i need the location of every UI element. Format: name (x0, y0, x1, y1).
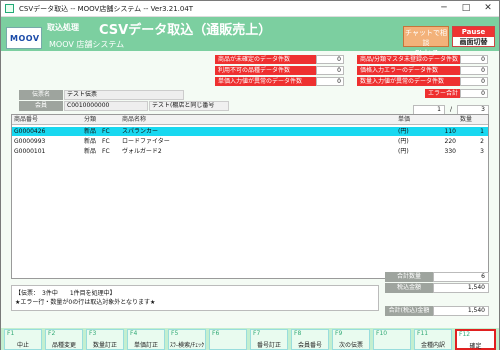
table-row[interactable]: G0000426 新品 FC スパランカー (円) 110 1 (12, 127, 488, 136)
product-table: 商品番号 分類 商品名称 単価 数量 G0000426 新品 FC スパランカー… (11, 114, 489, 279)
title-bar: CSVデータ取込 -- MOOV店舗システム -- Ver3.21.04T ─ … (1, 1, 499, 17)
f10-button[interactable]: F10 (373, 329, 411, 350)
table-row[interactable]: G0000101 新品 FC ヴォルガード2 (円) 330 3 (12, 147, 488, 156)
status-box: 【伝票： 3件中 1件目を処理中】 ★エラー行・数量が0の行は取込対象外となりま… (11, 285, 379, 311)
f4-price-correct-button[interactable]: F4 単価訂正 (127, 329, 165, 350)
row-qty: 3 (480, 148, 484, 155)
minimize-button[interactable]: ─ (433, 1, 455, 16)
row-name: ヴォルガード2 (122, 148, 162, 155)
error-label-quantity: 数量入力値が異常のデータ件数 (357, 77, 477, 86)
row-type: 新品 (84, 138, 97, 145)
total-qty-value: 6 (433, 272, 489, 282)
close-button[interactable]: ✕ (477, 1, 499, 16)
row-type: 新品 (84, 128, 97, 135)
error-label-unconfirmed: 商品が未確定のデータ件数 (215, 55, 329, 64)
f11-denomination-button[interactable]: F11 金種内訳 (414, 329, 452, 350)
error-count-quantity: 0 (460, 77, 488, 86)
app-body: MOOV 取込処理 CSVデータ取込（通販売上） MOOV 店舗システム チャッ… (1, 17, 499, 350)
app-window: CSVデータ取込 -- MOOV店舗システム -- Ver3.21.04T ─ … (0, 0, 500, 350)
tax-amount-value: 1,540 (433, 283, 489, 293)
error-count-unregistered: 0 (460, 55, 488, 64)
error-count-price: 0 (460, 66, 488, 75)
moov-logo: MOOV (6, 27, 42, 49)
system-name: MOOV 店舗システム (49, 40, 125, 49)
page-title: CSVデータ取込（通販売上） (99, 23, 272, 38)
slip-name-field[interactable]: テスト伝票 (64, 90, 184, 100)
f1-cancel-button[interactable]: F1 中止 (4, 329, 42, 350)
member-name-field: テスト(棚店と同じ番号 (149, 101, 229, 111)
col-code: 商品番号 (14, 116, 39, 123)
col-qty: 数量 (460, 116, 473, 123)
row-unit: (円) (398, 138, 409, 145)
row-name: スパランカー (122, 128, 159, 135)
error-count-unusable: 0 (316, 66, 344, 75)
error-label-unregistered: 商品/分類マスタ未登録のデータ件数 (357, 55, 477, 64)
row-code: G0000993 (14, 138, 46, 145)
row-price: 110 (444, 128, 456, 135)
page-separator: / (450, 106, 453, 113)
table-row[interactable]: G0000993 新品 FC ロードファイター (円) 220 2 (12, 137, 488, 146)
error-total-label: エラー合計 (425, 89, 461, 98)
row-fc: FC (102, 148, 110, 155)
row-qty: 1 (480, 128, 484, 135)
row-name: ロードファイター (122, 138, 170, 145)
member-id-field[interactable]: C0010000000 (64, 101, 148, 111)
screen-switch-button[interactable]: Pause 画面切替 (452, 26, 495, 47)
f5-search-check-button[interactable]: F5 ｽﾗ-検索/ﾁｪｯｸ (168, 329, 206, 350)
chat-consult-button[interactable]: チャットで相談 Ctrl+Z (403, 26, 449, 57)
error-count-unconfirmed: 0 (316, 55, 344, 64)
total-qty-label: 合計数量 (385, 272, 433, 282)
row-type: 新品 (84, 148, 97, 155)
total-amount-value: 1,540 (433, 306, 489, 316)
status-line-note: ★エラー行・数量が0の行は取込対象外となります★ (15, 299, 156, 306)
error-total-count: 0 (460, 89, 488, 98)
row-price: 220 (444, 138, 456, 145)
f12-confirm-button[interactable]: F12 確定 (455, 329, 496, 350)
pause-label: Pause (453, 27, 494, 37)
f3-qty-correct-button[interactable]: F3 数量訂正 (86, 329, 124, 350)
row-price: 330 (444, 148, 456, 155)
header: MOOV 取込処理 CSVデータ取込（通販売上） MOOV 店舗システム チャッ… (1, 17, 499, 57)
screen-switch-label: 画面切替 (459, 38, 488, 46)
error-label-price: 価格入力エラーのデータ件数 (357, 66, 477, 75)
row-code: G0000101 (14, 148, 46, 155)
col-name: 商品名称 (122, 116, 147, 123)
window-title: CSVデータ取込 -- MOOV店舗システム -- Ver3.21.04T (19, 5, 194, 13)
tax-amount-label: 税込金額 (385, 283, 433, 293)
f2-change-type-button[interactable]: F2 品種変更 (45, 329, 83, 350)
row-code: G0000426 (14, 128, 46, 135)
row-qty: 2 (480, 138, 484, 145)
col-category: 分類 (84, 116, 97, 123)
error-label-unit-price: 単価入力値が異常のデータ件数 (215, 77, 329, 86)
chat-label: チャットで相談 (405, 29, 447, 47)
row-unit: (円) (398, 128, 409, 135)
function-key-bar: F1 中止 F2 品種変更 F3 数量訂正 F4 単価訂正 F5 ｽﾗ-検索/ﾁｪｯｸ F… (1, 328, 499, 350)
process-label: 取込処理 (47, 23, 79, 32)
f6-button[interactable]: F6 (209, 329, 247, 350)
f7-number-correct-button[interactable]: F7 番号訂正 (250, 329, 288, 350)
total-amount-label: 合計(税込)金額 (385, 306, 433, 316)
row-fc: FC (102, 138, 110, 145)
error-label-unusable: 利用不可の品種データ件数 (215, 66, 329, 75)
row-unit: (円) (398, 148, 409, 155)
app-icon (5, 4, 14, 13)
maximize-button[interactable]: □ (455, 1, 477, 16)
f8-member-number-button[interactable]: F8 会員番号 (291, 329, 329, 350)
row-fc: FC (102, 128, 110, 135)
member-label: 会員 (19, 101, 63, 111)
slip-name-label: 伝票名 (19, 90, 63, 100)
col-unit-price: 単価 (398, 116, 411, 123)
status-line-progress: 【伝票： 3件中 1件目を処理中】 (15, 290, 116, 297)
error-count-unit-price: 0 (316, 77, 344, 86)
f9-next-slip-button[interactable]: F9 次の伝票 (332, 329, 370, 350)
